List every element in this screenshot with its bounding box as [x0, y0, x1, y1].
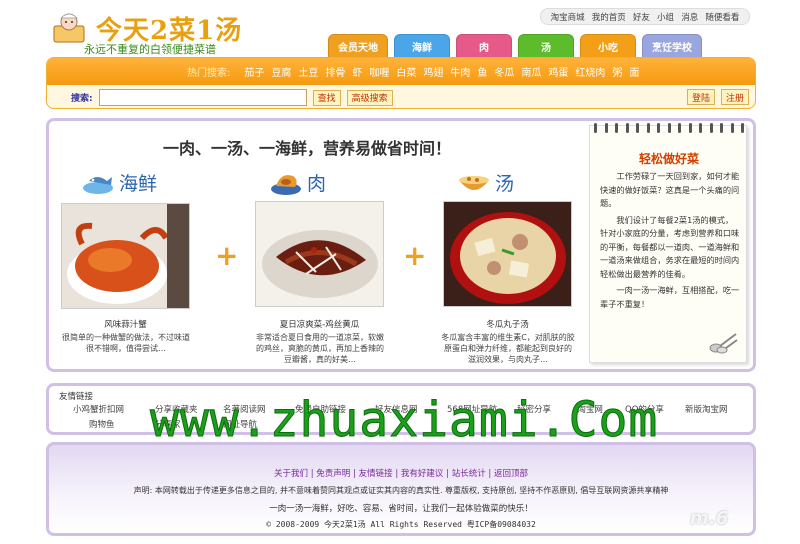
- site-footer: 关于我们 | 免责声明 | 友情链接 | 我有好建议 | 站长统计 | 返回顶部…: [46, 442, 756, 536]
- friend-links-title: 友情链接: [59, 392, 94, 402]
- dish-photo-seafood[interactable]: [61, 203, 190, 309]
- hot-keyword[interactable]: 牛肉: [450, 64, 470, 79]
- footer-slogan: 一肉一汤一海鲜，好吃、容易、省时间，让我们一起体验做菜的快乐！: [269, 504, 533, 514]
- category-soup-header: 汤: [457, 169, 514, 196]
- hot-keyword[interactable]: 南瓜: [521, 64, 541, 79]
- footer-link-about[interactable]: 关于我们: [274, 469, 308, 479]
- top-link-friends[interactable]: 好友: [633, 11, 650, 23]
- friend-link[interactable]: 购物鱼: [89, 418, 115, 430]
- hot-keyword[interactable]: 排骨: [325, 64, 345, 79]
- login-button[interactable]: 登陆: [686, 89, 715, 105]
- footer-link-friend-links[interactable]: 友情链接: [359, 469, 393, 479]
- tab-soup[interactable]: 汤: [518, 34, 574, 58]
- hot-keyword[interactable]: 鱼: [477, 64, 487, 79]
- footer-link-suggestions[interactable]: 我有好建议: [401, 469, 444, 479]
- plus-sign: +: [403, 239, 427, 272]
- hot-keyword[interactable]: 冬瓜: [494, 64, 514, 79]
- dish-desc-seafood: 很简单的一种做蟹的做法，不过味道很不错啊，值得尝试…: [62, 333, 190, 353]
- hot-search-label: 热门搜索:: [187, 68, 231, 79]
- top-link-messages[interactable]: 消息: [681, 11, 698, 23]
- chef-book-icon: [53, 13, 85, 43]
- fish-icon: [83, 176, 113, 194]
- category-meat-title: 肉: [307, 173, 327, 195]
- hot-keyword[interactable]: 鸡翅: [423, 64, 443, 79]
- hot-keyword[interactable]: 面: [629, 64, 639, 79]
- footer-separator: |: [446, 469, 449, 479]
- tab-members[interactable]: 会员天地: [328, 34, 388, 58]
- footer-separator: |: [395, 469, 399, 479]
- top-link-groups[interactable]: 小组: [657, 11, 674, 23]
- tab-seafood[interactable]: 海鲜: [394, 34, 450, 58]
- footer-separator: |: [353, 469, 356, 479]
- footer-link-stats[interactable]: 站长统计: [452, 469, 486, 479]
- footer-statement: 声明: 本网转载出于传递更多信息之目的, 并不意味着赞同其观点或证实其内容的真实…: [133, 486, 669, 495]
- notepad-paragraph: 工作劳碌了一天回到家，如何才能快速的做好饭菜？这真是一个头痛的问题。: [600, 171, 740, 208]
- soup-bowl-icon: [459, 175, 489, 190]
- friend-link[interactable]: 新版淘宝网: [685, 403, 728, 415]
- dish-name-soup[interactable]: 冬瓜丸子汤: [443, 318, 572, 330]
- top-link-taobao-mall[interactable]: 淘宝商城: [551, 11, 585, 23]
- logo-slogan: 永远不重复的白领便捷菜谱: [84, 43, 216, 56]
- tab-cooking-school[interactable]: 烹饪学校: [642, 34, 702, 58]
- hot-keyword[interactable]: 茄子: [244, 64, 264, 79]
- footer-link-back-to-top[interactable]: 返回顶部: [494, 469, 528, 479]
- dish-photo-soup[interactable]: [443, 201, 572, 307]
- category-seafood-header: 海鲜: [81, 169, 157, 196]
- footer-nav: 关于我们 | 免责声明 | 友情链接 | 我有好建议 | 站长统计 | 返回顶部: [49, 467, 753, 479]
- search-row: 搜索: 查找 高级搜索 登陆 注册: [47, 85, 755, 108]
- category-meat-header: 肉: [269, 169, 326, 196]
- watermark: www.zhuaxiami.Com: [149, 392, 659, 449]
- hot-keyword[interactable]: 鸡蛋: [548, 64, 568, 79]
- hot-keyword[interactable]: 粥: [612, 64, 622, 79]
- top-link-home[interactable]: 我的首页: [592, 11, 626, 23]
- footer-copyright: © 2008-2009 今天2菜1汤 All Rights Reserved 粤…: [266, 520, 536, 529]
- search-label: 搜索:: [71, 94, 93, 104]
- intro-notepad: 轻松做好菜 工作劳碌了一天回到家，如何才能快速的做好饭菜？这真是一个头痛的问题。…: [589, 123, 747, 363]
- hot-keyword[interactable]: 红烧肉: [575, 64, 605, 79]
- notepad-paragraph: 一肉一汤一海鲜，互相搭配，吃一辈子不重复！: [600, 285, 740, 309]
- notepad-text: 工作劳碌了一天回到家，如何才能快速的做好饭菜？这真是一个头痛的问题。 我们设计了…: [600, 170, 740, 314]
- category-seafood-title: 海鲜: [119, 173, 158, 195]
- meat-dish-icon: [271, 174, 301, 195]
- account-buttons: 登陆 注册: [686, 89, 749, 105]
- friend-link[interactable]: 小鸡蟹折扣网: [73, 403, 124, 415]
- hot-keyword[interactable]: 虾: [352, 64, 362, 79]
- spoon-icon: [709, 333, 738, 354]
- notepad-title: 轻松做好菜: [638, 152, 699, 166]
- plus-sign: +: [215, 239, 239, 272]
- page-headline: 一肉、一汤、一海鲜，营养易做省时间！: [163, 139, 452, 158]
- top-link-browse[interactable]: 随便看看: [705, 11, 739, 23]
- dish-desc-soup: 冬瓜富含丰富的维生素C，对肌肤的胶原蛋白和弹力纤维，都能起到良好的滋润效果，与肉…: [441, 333, 575, 364]
- search-bar: 热门搜索: 茄子 豆腐 土豆 排骨 虾 咖喱 白菜 鸡翅 牛肉 鱼 冬瓜 南瓜 …: [46, 57, 756, 109]
- hot-search-row: 热门搜索: 茄子 豆腐 土豆 排骨 虾 咖喱 白菜 鸡翅 牛肉 鱼 冬瓜 南瓜 …: [47, 58, 755, 85]
- hot-keyword[interactable]: 土豆: [298, 64, 318, 79]
- featured-menu-panel: 一肉、一汤、一海鲜，营养易做省时间！ 海鲜 风味蒜汁蟹 很简单的一种做蟹的做法，…: [46, 118, 756, 372]
- notepad-spiral: [594, 123, 744, 133]
- hot-keyword[interactable]: 豆腐: [271, 64, 291, 79]
- register-button[interactable]: 注册: [720, 89, 749, 105]
- site-logo[interactable]: 今天2菜1汤 永远不重复的白领便捷菜谱: [52, 8, 282, 56]
- dish-name-seafood[interactable]: 风味蒜汁蟹: [61, 318, 190, 330]
- tab-snacks[interactable]: 小吃: [580, 34, 636, 58]
- search-input[interactable]: [98, 89, 307, 106]
- footer-link-disclaimer[interactable]: 免责声明: [316, 469, 350, 479]
- top-links-bar: 淘宝商城 我的首页 好友 小组 消息 随便看看: [540, 8, 750, 25]
- search-button[interactable]: 查找: [312, 89, 341, 106]
- notepad-paragraph: 我们设计了每餐2菜1汤的模式，针对小家庭的分量，考虑到营养和口味的平衡，每餐都以…: [600, 214, 740, 279]
- tab-meat[interactable]: 肉: [456, 34, 512, 58]
- hot-keyword[interactable]: 咖喱: [369, 64, 389, 79]
- hot-keyword[interactable]: 白菜: [396, 64, 416, 79]
- dish-photo-meat[interactable]: [255, 201, 384, 307]
- footer-separator: |: [310, 469, 314, 479]
- category-soup-title: 汤: [495, 173, 515, 195]
- footer-separator: |: [488, 469, 492, 479]
- advanced-search-button[interactable]: 高级搜索: [346, 89, 393, 106]
- dish-desc-meat: 非常适合夏日食用的一道凉菜，软嫩的鸡丝，爽脆的黄瓜，再加上香辣的豆瓣酱，真的好美…: [256, 333, 384, 364]
- category-tabs: 会员天地 海鲜 肉 汤 小吃 烹饪学校: [328, 34, 702, 58]
- corner-watermark: m.6: [690, 508, 729, 529]
- dish-name-meat[interactable]: 夏日凉爽菜-鸡丝黄瓜: [255, 318, 384, 330]
